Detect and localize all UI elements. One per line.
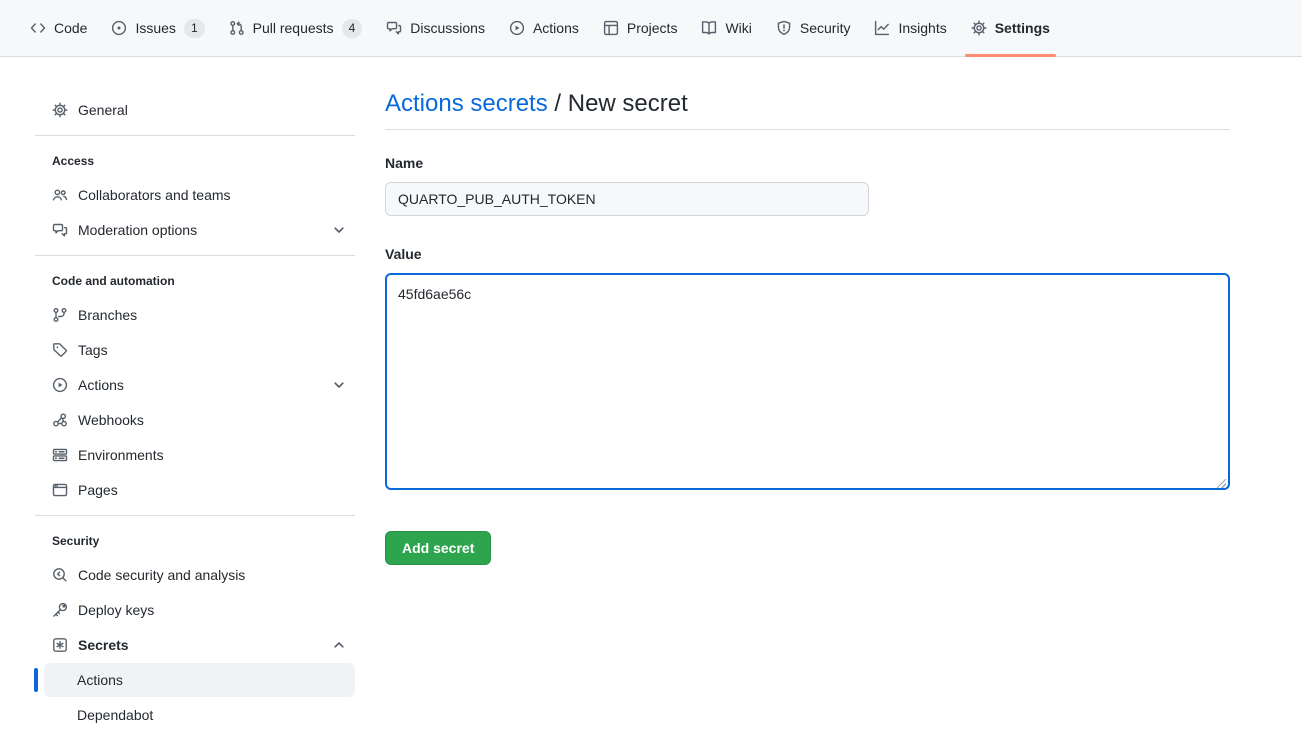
sidebar-subitem-dependabot-secrets[interactable]: Dependabot bbox=[44, 698, 355, 732]
key-asterisk-icon bbox=[52, 637, 68, 653]
book-icon bbox=[701, 20, 717, 36]
sidebar-item-tags[interactable]: Tags bbox=[35, 333, 355, 367]
tab-code[interactable]: Code bbox=[22, 0, 95, 56]
sidebar-item-label: Code security and analysis bbox=[78, 566, 245, 584]
git-pull-request-icon bbox=[229, 20, 245, 36]
sidebar-item-code-security[interactable]: Code security and analysis bbox=[35, 558, 355, 592]
tab-wiki[interactable]: Wiki bbox=[693, 0, 759, 56]
chevron-up-icon bbox=[331, 637, 347, 653]
tab-discussions[interactable]: Discussions bbox=[378, 0, 493, 56]
value-field-wrapper: 45fd6ae56c bbox=[385, 273, 1230, 495]
secret-name-input[interactable] bbox=[385, 182, 869, 216]
tab-projects[interactable]: Projects bbox=[595, 0, 686, 56]
tab-label: Discussions bbox=[410, 20, 485, 36]
tab-insights[interactable]: Insights bbox=[866, 0, 954, 56]
name-label: Name bbox=[385, 153, 1230, 174]
sidebar-divider bbox=[35, 135, 355, 136]
codescan-icon bbox=[52, 567, 68, 583]
breadcrumb-separator: / bbox=[548, 90, 568, 117]
issue-opened-icon bbox=[111, 20, 127, 36]
sidebar-subitem-label: Actions bbox=[77, 672, 123, 688]
issues-count-badge: 1 bbox=[184, 19, 205, 38]
gear-icon bbox=[971, 20, 987, 36]
active-indicator bbox=[34, 668, 38, 692]
sidebar-item-label: Environments bbox=[78, 446, 164, 464]
tab-security[interactable]: Security bbox=[768, 0, 859, 56]
comment-discussion-icon bbox=[52, 222, 68, 238]
tab-label: Insights bbox=[898, 20, 946, 36]
sidebar-item-general[interactable]: General bbox=[35, 93, 355, 127]
webhook-icon bbox=[52, 412, 68, 428]
sidebar-item-deploy-keys[interactable]: Deploy keys bbox=[35, 593, 355, 627]
sidebar-section-code-automation: Code and automation bbox=[35, 264, 355, 298]
sidebar-item-label: Secrets bbox=[78, 636, 129, 654]
tab-label: Settings bbox=[995, 20, 1050, 36]
breadcrumb-current: New secret bbox=[568, 90, 688, 117]
chevron-down-icon bbox=[331, 222, 347, 238]
sidebar-subitem-label: Dependabot bbox=[77, 707, 153, 723]
sidebar-item-label: Branches bbox=[78, 306, 137, 324]
key-icon bbox=[52, 602, 68, 618]
sidebar-divider bbox=[35, 255, 355, 256]
sidebar-item-moderation-options[interactable]: Moderation options bbox=[35, 213, 355, 247]
secret-value-textarea[interactable]: 45fd6ae56c bbox=[385, 273, 1230, 490]
sidebar-divider bbox=[35, 515, 355, 516]
new-secret-panel: Actions secrets / New secret Name Value … bbox=[385, 89, 1230, 565]
sidebar-item-label: General bbox=[78, 101, 128, 119]
sidebar-item-label: Collaborators and teams bbox=[78, 186, 231, 204]
chevron-down-icon bbox=[331, 377, 347, 393]
repo-tab-bar: Code Issues 1 Pull requests 4 Discussion… bbox=[0, 0, 1302, 57]
server-icon bbox=[52, 447, 68, 463]
tab-pull-requests[interactable]: Pull requests 4 bbox=[221, 0, 371, 56]
browser-icon bbox=[52, 482, 68, 498]
sidebar-item-pages[interactable]: Pages bbox=[35, 473, 355, 507]
sidebar-item-label: Pages bbox=[78, 481, 118, 499]
sidebar-item-webhooks[interactable]: Webhooks bbox=[35, 403, 355, 437]
sidebar-item-label: Moderation options bbox=[78, 221, 197, 239]
tab-label: Actions bbox=[533, 20, 579, 36]
breadcrumb-actions-secrets-link[interactable]: Actions secrets bbox=[385, 90, 548, 117]
tab-label: Projects bbox=[627, 20, 678, 36]
tab-actions[interactable]: Actions bbox=[501, 0, 587, 56]
tab-settings[interactable]: Settings bbox=[963, 0, 1058, 56]
page-title: Actions secrets / New secret bbox=[385, 89, 1230, 130]
git-branch-icon bbox=[52, 307, 68, 323]
sidebar-item-collaborators[interactable]: Collaborators and teams bbox=[35, 178, 355, 212]
tab-label: Code bbox=[54, 20, 87, 36]
sidebar-item-label: Tags bbox=[78, 341, 108, 359]
tab-label: Issues bbox=[135, 20, 175, 36]
sidebar-item-label: Deploy keys bbox=[78, 601, 154, 619]
tab-issues[interactable]: Issues 1 bbox=[103, 0, 212, 56]
sidebar-item-actions[interactable]: Actions bbox=[35, 368, 355, 402]
play-icon bbox=[52, 377, 68, 393]
settings-page: General Access Collaborators and teams M… bbox=[0, 57, 1302, 733]
add-secret-button[interactable]: Add secret bbox=[385, 531, 491, 565]
sidebar-item-environments[interactable]: Environments bbox=[35, 438, 355, 472]
tag-icon bbox=[52, 342, 68, 358]
graph-icon bbox=[874, 20, 890, 36]
people-icon bbox=[52, 187, 68, 203]
comment-discussion-icon bbox=[386, 20, 402, 36]
tab-label: Wiki bbox=[725, 20, 751, 36]
code-icon bbox=[30, 20, 46, 36]
value-label: Value bbox=[385, 244, 1230, 265]
play-icon bbox=[509, 20, 525, 36]
sidebar-subitem-actions-secrets[interactable]: Actions bbox=[44, 663, 355, 697]
settings-sidebar: General Access Collaborators and teams M… bbox=[35, 93, 355, 733]
sidebar-item-label: Actions bbox=[78, 376, 124, 394]
pull-requests-count-badge: 4 bbox=[342, 19, 363, 38]
sidebar-item-secrets[interactable]: Secrets bbox=[35, 628, 355, 662]
shield-icon bbox=[776, 20, 792, 36]
sidebar-item-branches[interactable]: Branches bbox=[35, 298, 355, 332]
table-icon bbox=[603, 20, 619, 36]
sidebar-item-label: Webhooks bbox=[78, 411, 144, 429]
tab-label: Security bbox=[800, 20, 851, 36]
gear-icon bbox=[52, 102, 68, 118]
sidebar-section-security: Security bbox=[35, 524, 355, 558]
tab-label: Pull requests bbox=[253, 20, 334, 36]
sidebar-section-access: Access bbox=[35, 144, 355, 178]
